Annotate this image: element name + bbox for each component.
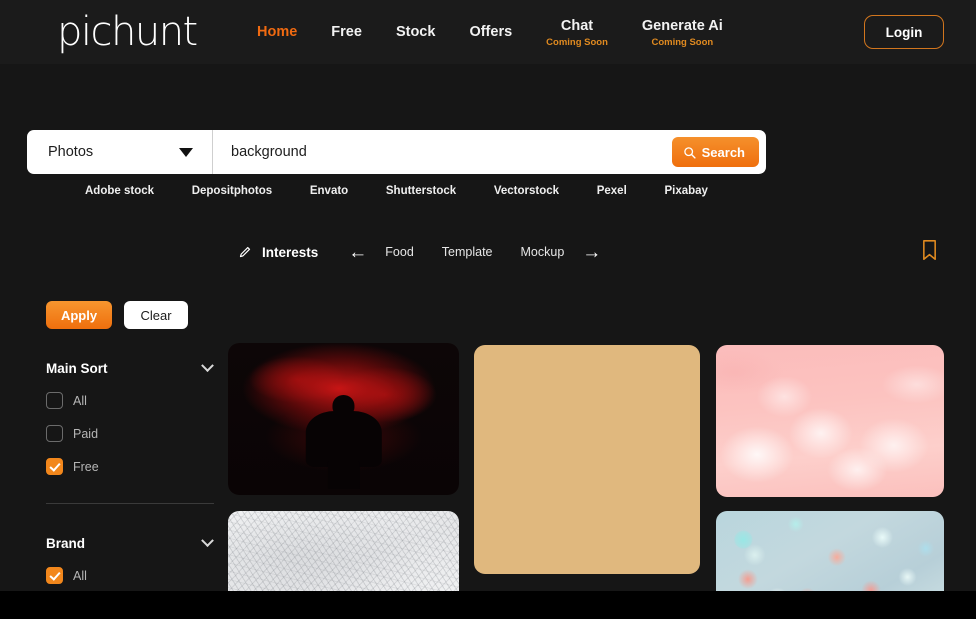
search-button[interactable]: Search xyxy=(671,137,759,167)
filter-option-label: Paid xyxy=(73,426,99,441)
bokeh-lights-thumbnail xyxy=(716,511,944,591)
result-card[interactable] xyxy=(228,343,459,495)
source-tab-pixabay[interactable]: Pixabay xyxy=(664,185,707,197)
magnifier-icon xyxy=(683,146,696,159)
nav-item-label: Stock xyxy=(395,24,436,40)
clear-button[interactable]: Clear xyxy=(124,301,188,329)
nav-item-chat[interactable]: Chat Coming Soon xyxy=(529,0,625,64)
result-card[interactable] xyxy=(716,345,944,497)
source-tab-shutterstock[interactable]: Shutterstock xyxy=(386,185,456,197)
results-grid xyxy=(228,343,944,591)
arrow-left-icon[interactable]: ← xyxy=(344,243,371,262)
nav-item-offers[interactable]: Offers xyxy=(452,0,529,64)
filter-actions: Apply Clear xyxy=(46,301,218,329)
checkbox-checked-icon[interactable] xyxy=(46,567,63,584)
filter-section-title: Brand xyxy=(46,536,86,551)
filter-option-paid[interactable]: Paid xyxy=(46,425,218,442)
main-navigation: Home Free Stock Offers Chat Coming Soon Genera… xyxy=(240,0,740,64)
interest-chip-mockup[interactable]: Mockup xyxy=(507,245,579,259)
main-content: Apply Clear Main Sort All Paid Free Brand All… xyxy=(0,229,976,591)
filter-section-brand: BrandAllPexel xyxy=(46,534,218,591)
interests-header: Interests xyxy=(238,245,318,260)
nav-item-label: Chat xyxy=(560,17,594,34)
result-card[interactable] xyxy=(716,511,944,591)
result-card[interactable] xyxy=(228,511,459,591)
filter-option-free[interactable]: Free xyxy=(46,458,218,475)
nav-item-stock[interactable]: Stock xyxy=(379,0,453,64)
nav-item-label: Home xyxy=(257,24,298,40)
bookmark-icon[interactable] xyxy=(921,239,938,261)
source-tabs: Adobe stock Depositphotos Envato Shuttersto… xyxy=(27,185,766,197)
filter-option-all[interactable]: All xyxy=(46,567,218,584)
source-tab-adobe-stock[interactable]: Adobe stock xyxy=(85,185,154,197)
filter-option-all[interactable]: All xyxy=(46,392,218,409)
filter-option-label: Free xyxy=(73,459,99,474)
filter-sidebar: Apply Clear Main Sort All Paid Free Brand All… xyxy=(46,229,218,591)
source-tab-vectorstock[interactable]: Vectorstock xyxy=(494,185,559,197)
nav-item-badge: Coming Soon xyxy=(546,36,608,48)
interest-chip-food[interactable]: Food xyxy=(371,245,428,259)
silhouette-legs xyxy=(327,460,360,489)
chevron-down-icon xyxy=(201,534,214,548)
interest-chips: Food Template Mockup xyxy=(371,245,578,259)
silhouette-body xyxy=(305,410,382,468)
pink-clouds-thumbnail xyxy=(716,345,944,497)
pencil-icon[interactable] xyxy=(238,245,253,260)
wood-planks-thumbnail xyxy=(474,345,700,574)
filter-section-header[interactable]: Brand xyxy=(46,534,218,551)
nav-item-label: Generate Ai xyxy=(641,17,723,34)
search-button-label: Search xyxy=(701,144,745,160)
category-select-value: Photos xyxy=(48,144,94,160)
checkbox-unchecked-icon[interactable] xyxy=(46,425,63,442)
red-smoke-silhouette-thumbnail xyxy=(228,343,459,495)
nav-item-free[interactable]: Free xyxy=(314,0,379,64)
checkbox-checked-icon[interactable] xyxy=(46,458,63,475)
filter-divider xyxy=(46,503,214,504)
white-texture-thumbnail xyxy=(228,511,459,591)
site-header: pichunt Home Free Stock Offers Chat Coming So… xyxy=(0,0,976,64)
result-card[interactable] xyxy=(474,345,700,574)
nav-item-home[interactable]: Home xyxy=(240,0,314,64)
filter-section-title: Main Sort xyxy=(46,361,108,376)
source-tab-envato[interactable]: Envato xyxy=(310,185,348,197)
apply-button[interactable]: Apply xyxy=(46,301,112,329)
source-tab-pexel[interactable]: Pexel xyxy=(597,185,627,197)
filter-option-label: All xyxy=(73,568,87,583)
chevron-down-icon xyxy=(201,359,214,373)
filter-section-main-sort: Main Sort All Paid Free xyxy=(46,359,218,504)
nav-item-badge: Coming Soon xyxy=(651,36,714,48)
page-bottom-bar xyxy=(0,591,976,619)
filter-section-header[interactable]: Main Sort xyxy=(46,359,218,376)
search-bar: Photos Search xyxy=(27,130,766,174)
checkbox-unchecked-icon[interactable] xyxy=(46,392,63,409)
chevron-down-icon xyxy=(179,147,193,157)
search-section: Photos Search Adobe stock Depositphotos En… xyxy=(0,64,976,229)
interests-title: Interests xyxy=(262,244,319,260)
silhouette-figure xyxy=(305,394,382,489)
interest-chip-template[interactable]: Template xyxy=(428,245,507,259)
search-input[interactable] xyxy=(213,130,672,174)
app-root: pichunt Home Free Stock Offers Chat Coming So… xyxy=(0,0,976,591)
filter-facets: Main SortAllPaidFreeBrandAllPexel xyxy=(46,359,218,591)
nav-item-label: Free xyxy=(331,24,362,40)
nav-item-label: Offers xyxy=(469,24,513,40)
interests-bar: Interests ← Food Template Mockup → xyxy=(238,237,938,267)
login-button[interactable]: Login xyxy=(864,15,944,49)
source-tab-depositphotos[interactable]: Depositphotos xyxy=(192,185,273,197)
category-select[interactable]: Photos xyxy=(27,130,213,174)
site-logo[interactable]: pichunt xyxy=(57,11,212,53)
filter-option-label: All xyxy=(73,393,87,408)
nav-item-generate-ai[interactable]: Generate Ai Coming Soon xyxy=(625,0,740,64)
arrow-right-icon[interactable]: → xyxy=(578,243,605,262)
